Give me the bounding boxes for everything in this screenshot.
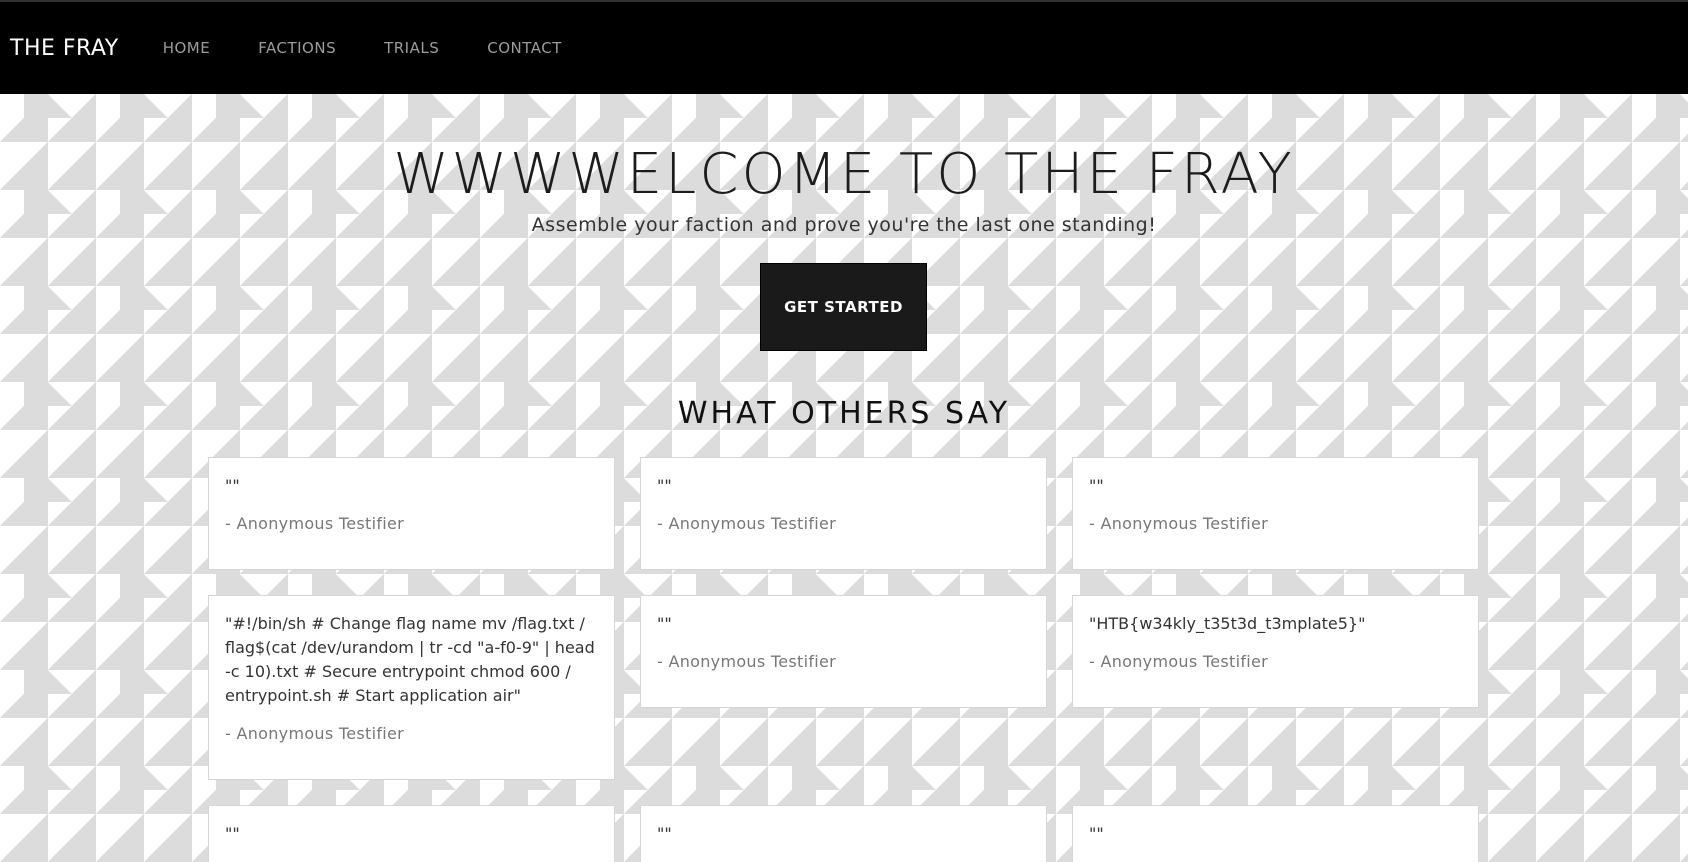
nav-contact[interactable]: CONTACT	[463, 39, 586, 57]
testimonial-card: "" - Anonymous Testifier	[1072, 457, 1479, 570]
testimonial-quote: ""	[225, 476, 240, 495]
nav-trials[interactable]: TRIALS	[360, 39, 463, 57]
hero-title: WWWWELCOME TO THE FRAY	[393, 142, 1295, 207]
hero-subtitle: Assemble your faction and prove you're t…	[531, 214, 1157, 236]
nav-home[interactable]: HOME	[139, 39, 235, 57]
testimonial-card: ""	[1072, 805, 1479, 862]
top-navbar: THE FRAY HOME FACTIONS TRIALS CONTACT	[0, 0, 1688, 94]
testimonial-author: - Anonymous Testifier	[657, 652, 837, 671]
get-started-button[interactable]: GET STARTED	[760, 263, 927, 351]
testimonial-author: - Anonymous Testifier	[225, 514, 405, 533]
testimonial-card: "#!/bin/sh # Change flag name mv /flag.t…	[208, 595, 615, 780]
testimonial-quote: "HTB{w34kly_t35t3d_t3mplate5}"	[1089, 614, 1366, 633]
testimonial-author: - Anonymous Testifier	[657, 514, 837, 533]
testimonial-quote: ""	[657, 476, 672, 495]
testimonial-author: - Anonymous Testifier	[1089, 514, 1269, 533]
testimonial-quote: ""	[225, 824, 240, 843]
testimonial-card: "" - Anonymous Testifier	[208, 457, 615, 570]
nav-factions[interactable]: FACTIONS	[234, 39, 360, 57]
testimonial-author: - Anonymous Testifier	[1089, 652, 1269, 671]
testimonial-card: "" - Anonymous Testifier	[640, 457, 1047, 570]
testimonial-quote: ""	[657, 614, 672, 633]
testimonial-quote: ""	[657, 824, 672, 843]
brand-logo[interactable]: THE FRAY	[10, 36, 119, 61]
testimonial-card: ""	[640, 805, 1047, 862]
testimonial-author: - Anonymous Testifier	[225, 724, 405, 743]
testimonial-quote: ""	[1089, 476, 1104, 495]
testimonial-card: "HTB{w34kly_t35t3d_t3mplate5}" - Anonymo…	[1072, 595, 1479, 708]
testimonial-quote: ""	[1089, 824, 1104, 843]
testimonial-card: "" - Anonymous Testifier	[640, 595, 1047, 708]
nav-links: HOME FACTIONS TRIALS CONTACT	[139, 39, 586, 57]
testimonial-card: ""	[208, 805, 615, 862]
testimonial-quote: "#!/bin/sh # Change flag name mv /flag.t…	[225, 614, 595, 705]
testimonials-heading: WHAT OTHERS SAY	[677, 396, 1011, 431]
hero-section: WWWWELCOME TO THE FRAY Assemble your fac…	[0, 140, 1688, 236]
